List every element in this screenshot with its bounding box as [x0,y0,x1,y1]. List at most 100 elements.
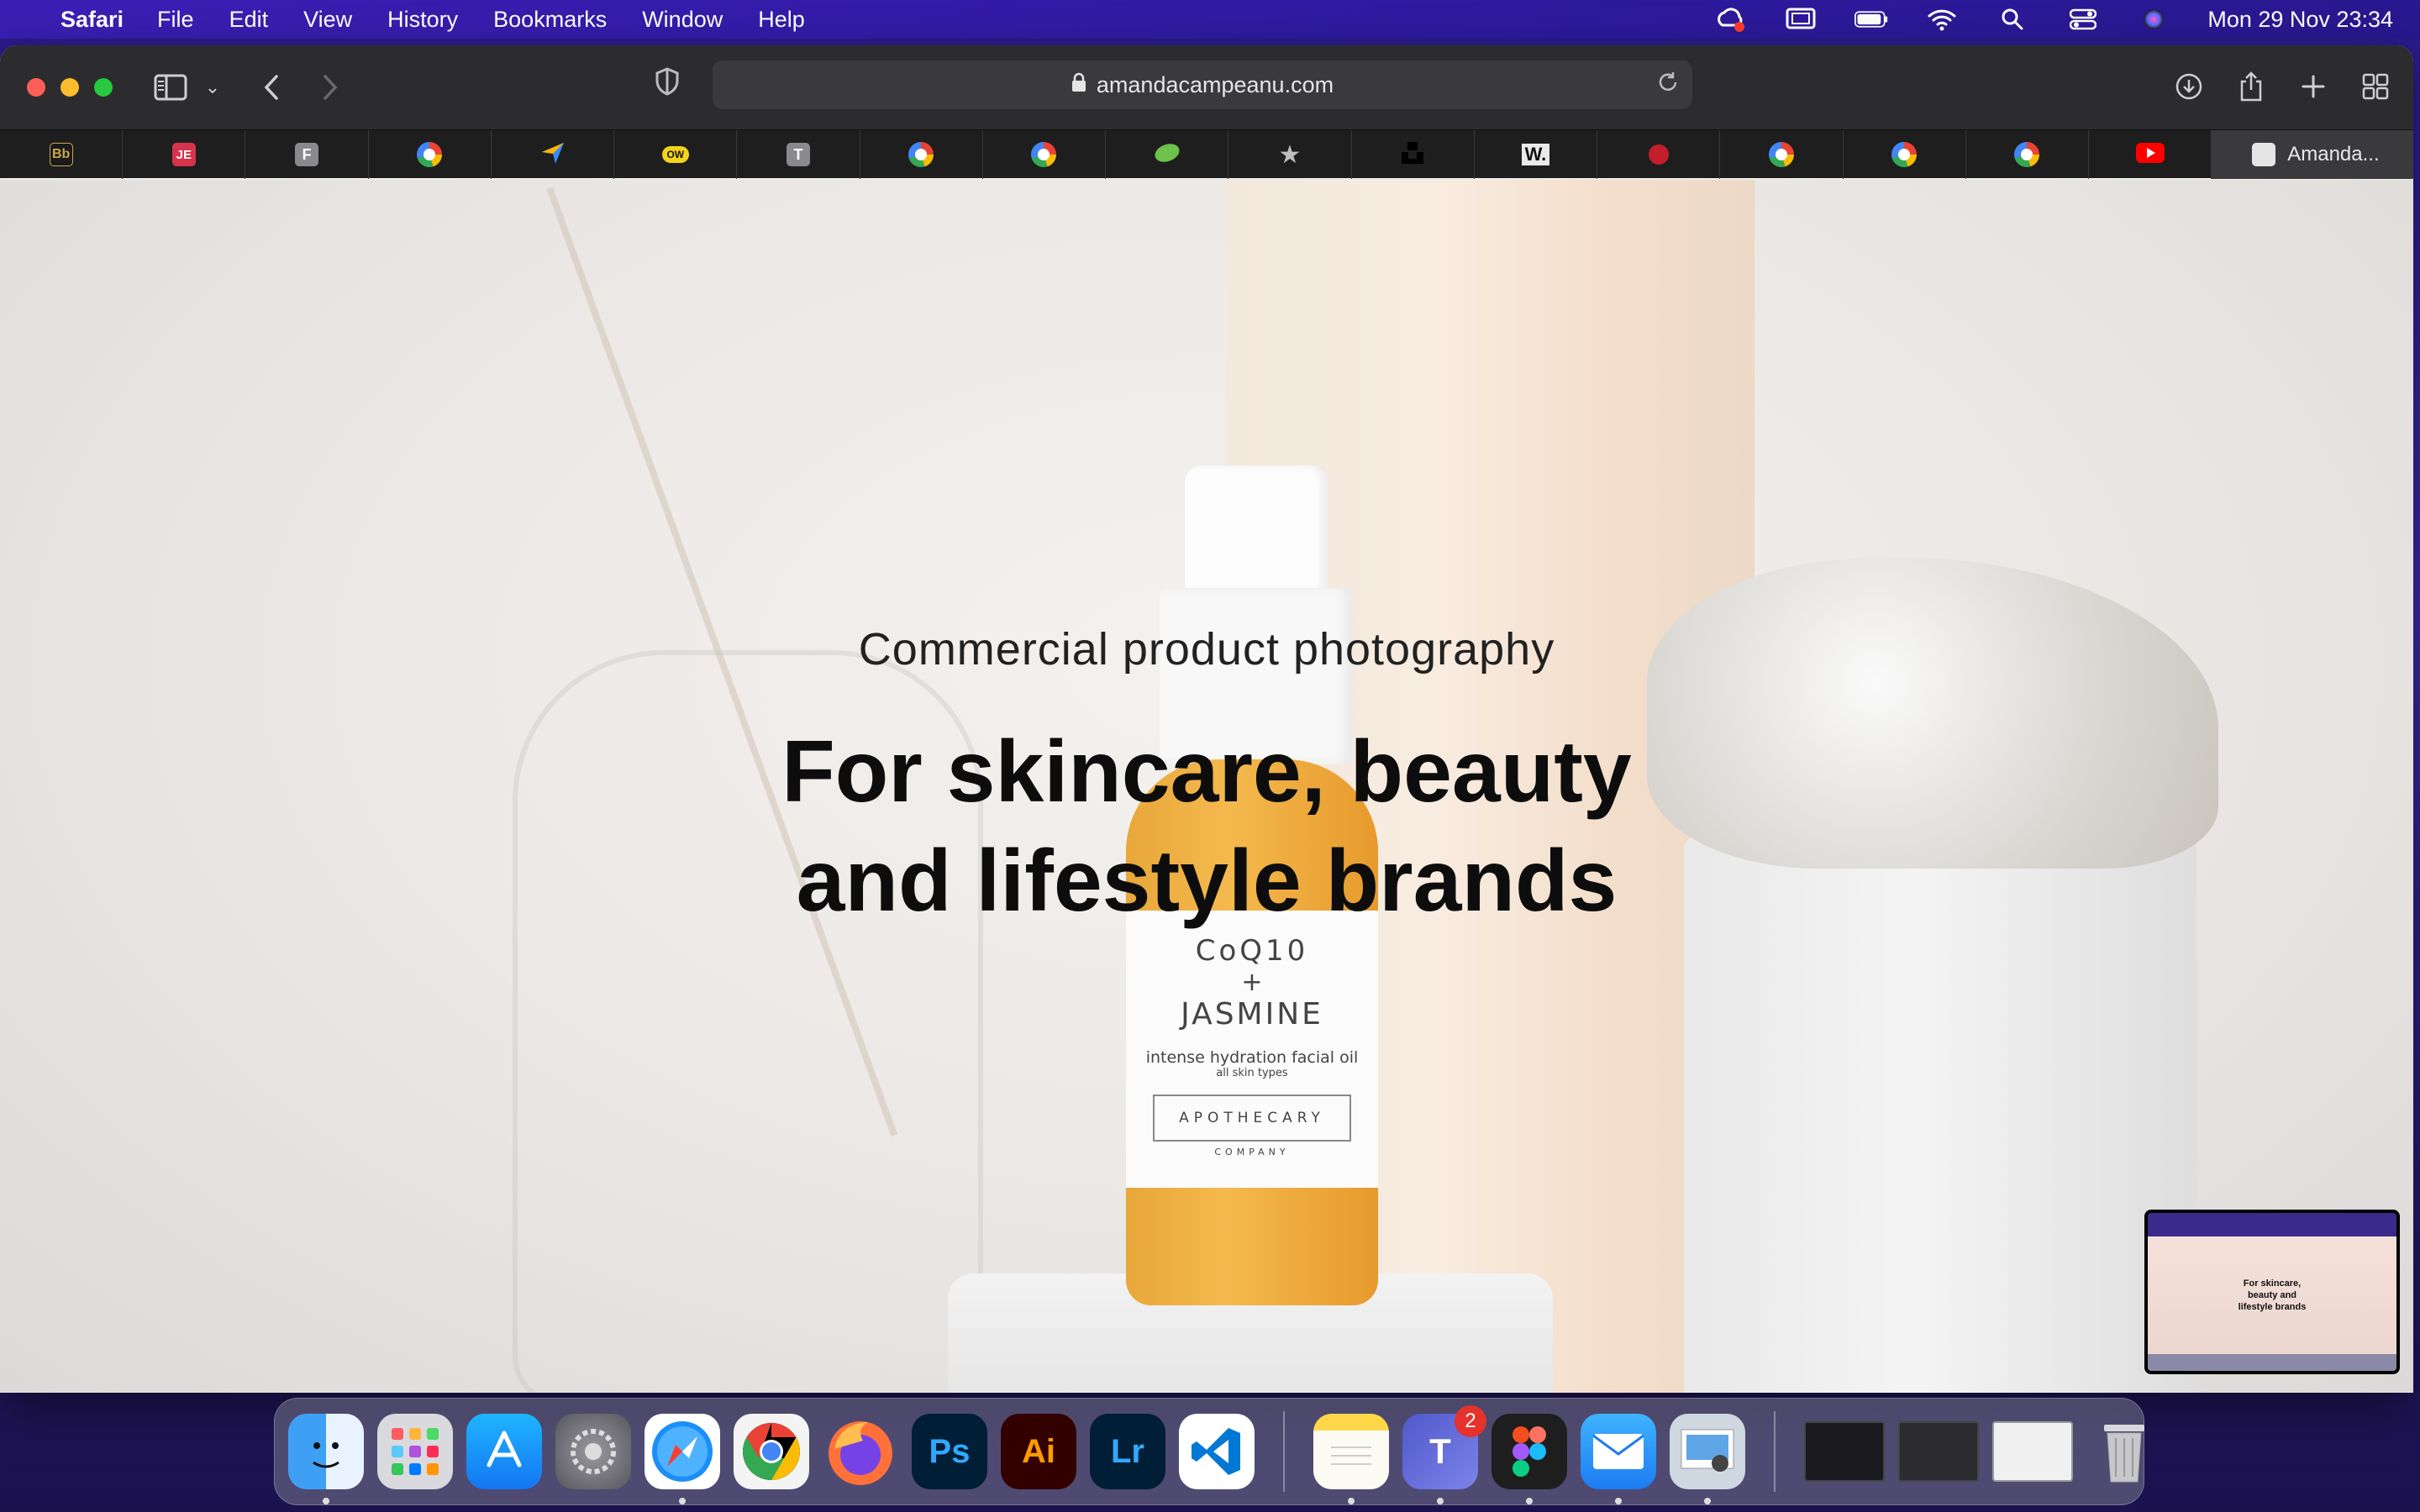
toolbar-right-actions [2168,66,2396,108]
downloads-icon[interactable] [2168,66,2210,108]
tab-google-1[interactable] [369,130,492,179]
menu-app-name[interactable]: Safari [60,7,124,33]
blackboard-favicon-icon: Bb [49,143,73,166]
web-page-content: CoQ10 + JASMINE intense hydration facial… [0,180,2413,1393]
menu-help[interactable]: Help [758,7,805,33]
minimized-window-1[interactable] [1804,1421,1885,1482]
preview-icon[interactable] [1670,1414,1745,1504]
label-line-2: + [1241,968,1263,997]
running-indicator [1526,1498,1533,1504]
thumbnail-text: For skincare, beauty and lifestyle brand… [2238,1278,2307,1312]
minimize-window-button[interactable] [60,78,79,97]
trash-icon[interactable] [2086,1414,2162,1489]
thumbnail-dock [2148,1354,2396,1371]
tab-w[interactable]: W. [1475,130,1598,179]
control-center-icon[interactable] [2066,7,2100,32]
privacy-shield-icon[interactable] [655,67,679,102]
menu-view[interactable]: View [303,7,352,33]
illustrator-icon[interactable]: Ai [1001,1414,1076,1489]
menu-file[interactable]: File [157,7,194,33]
tab-group-chevron-down-icon[interactable]: ⌄ [192,66,234,108]
lock-icon [1071,72,1086,98]
dock-separator [1283,1411,1285,1492]
figma-icon[interactable] [1491,1414,1567,1504]
photoshop-icon[interactable]: Ps [912,1414,987,1489]
chrome-icon[interactable] [734,1414,809,1489]
tab-leaf[interactable] [1106,130,1229,179]
system-preferences-icon[interactable] [555,1414,631,1489]
tab-overview-icon[interactable] [2354,66,2396,108]
label-line-3: JASMINE [1181,997,1323,1032]
google-favicon-icon [417,142,443,167]
display-mirror-icon[interactable] [1784,7,1818,32]
forward-icon[interactable] [309,66,351,108]
back-icon[interactable] [250,66,292,108]
menu-history[interactable]: History [387,7,458,33]
zoom-window-button[interactable] [94,78,113,97]
menu-window[interactable]: Window [642,7,723,33]
new-tab-plus-icon[interactable] [2292,66,2334,108]
address-bar[interactable]: amandacampeanu.com [713,60,1692,109]
label-line-1: CoQ10 [1195,934,1309,968]
tab-bookmark-star[interactable]: ★ [1228,130,1352,179]
menubar-clock[interactable]: Mon 29 Nov 23:34 [2207,7,2393,33]
active-tab-title: Amanda... [2287,143,2380,165]
bottle-label: CoQ10 + JASMINE intense hydration facial… [1126,911,1378,1188]
running-indicator [1704,1498,1711,1504]
red-dot-favicon-icon [1648,144,1669,165]
tab-red-dot[interactable] [1597,130,1721,179]
tab-blackboard[interactable]: Bb [0,130,124,179]
browser-toolbar: ⌄ amandacampeanu.com [0,45,2413,129]
tab-arrow[interactable] [492,130,615,179]
arrow-favicon-icon [540,140,566,170]
tab-google-3[interactable] [983,130,1107,179]
mail-icon[interactable] [1581,1414,1656,1504]
vscode-icon[interactable] [1179,1414,1255,1489]
tab-unsplash[interactable] [1352,130,1475,179]
tab-youtube[interactable] [2089,130,2212,179]
siri-icon[interactable] [2137,7,2170,32]
sidebar-toggle-icon[interactable] [150,66,192,108]
google-favicon-icon [1891,142,1918,167]
launchpad-icon[interactable] [377,1414,453,1489]
label-brand-sub: COMPANY [1214,1147,1290,1158]
spotlight-search-icon[interactable] [1996,7,2029,32]
tab-google-2[interactable] [860,130,983,179]
menu-edit[interactable]: Edit [229,7,269,33]
teams-icon[interactable]: T 2 [1402,1405,1486,1504]
close-window-button[interactable] [27,78,45,97]
tab-google-5[interactable] [1844,130,1966,179]
f-favicon-icon: F [295,143,319,166]
screenshot-thumbnail-preview[interactable]: For skincare, beauty and lifestyle brand… [2144,1210,2400,1374]
bottle-cap [1185,465,1328,591]
tab-je[interactable]: JE [123,130,246,179]
tab-ow[interactable]: OW [614,130,738,179]
finder-icon[interactable] [288,1414,364,1504]
creative-cloud-icon[interactable] [1713,7,1747,32]
lightroom-icon[interactable]: Lr [1090,1414,1165,1489]
tab-active-amanda[interactable]: Amanda... [2212,130,2413,179]
safari-icon[interactable] [644,1414,720,1504]
menu-bookmarks[interactable]: Bookmarks [493,7,607,33]
label-brand: APOTHECARY [1153,1095,1351,1142]
firefox-icon[interactable] [823,1414,898,1489]
t-favicon-icon: T [786,143,811,166]
battery-icon[interactable] [1854,7,1888,32]
minimized-window-2[interactable] [1898,1421,1979,1482]
tab-google-4[interactable] [1720,130,1844,179]
minimized-window-3[interactable] [1992,1421,2073,1482]
notes-icon[interactable] [1313,1414,1389,1504]
star-favicon-icon: ★ [1278,140,1302,169]
share-icon[interactable] [2230,66,2272,108]
label-line-5: all skin types [1216,1067,1288,1079]
tab-google-6[interactable] [1966,130,2089,179]
running-indicator [1437,1498,1444,1504]
wifi-icon[interactable] [1925,7,1959,32]
google-favicon-icon [908,142,934,167]
app-store-icon[interactable] [466,1414,542,1489]
tab-f[interactable]: F [245,130,369,179]
reload-icon[interactable] [1657,71,1679,101]
google-favicon-icon [1031,142,1057,167]
tab-t[interactable]: T [737,130,860,179]
running-indicator [1615,1498,1622,1504]
